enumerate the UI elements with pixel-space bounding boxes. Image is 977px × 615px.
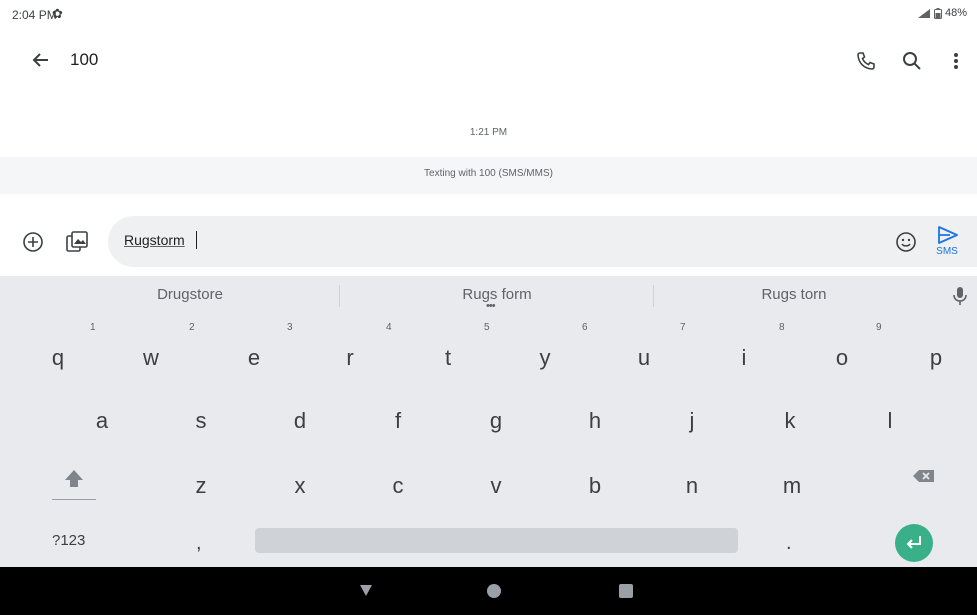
key-e[interactable]: e [224, 327, 284, 377]
key-f[interactable]: f [368, 390, 428, 440]
comma-key[interactable]: , [196, 532, 202, 555]
battery-level: 48% [944, 7, 967, 19]
key-w[interactable]: w [121, 327, 181, 377]
status-right-icons: 48% [917, 7, 967, 19]
message-timestamp: 1:21 PM [469, 127, 508, 138]
key-s[interactable]: s [171, 390, 231, 440]
suggestion-2[interactable]: Rugs form [417, 286, 577, 303]
key-i[interactable]: i [714, 327, 774, 377]
key-e-hint: 3 [287, 322, 293, 333]
key-j[interactable]: j [662, 390, 722, 440]
suggestion-divider [339, 285, 340, 307]
texting-banner-text: Texting with 100 (SMS/MMS) [424, 168, 553, 179]
shift-key[interactable] [50, 456, 98, 504]
phone-icon[interactable] [854, 49, 878, 73]
microphone-icon[interactable] [950, 284, 970, 308]
compose-text[interactable]: Rugstorm [124, 232, 185, 248]
key-i-hint: 8 [779, 322, 785, 333]
nav-home-icon[interactable] [487, 584, 501, 598]
key-u-hint: 7 [680, 322, 686, 333]
more-vert-icon[interactable] [946, 49, 966, 73]
key-c[interactable]: c [368, 455, 428, 505]
send-sms-label: SMS [936, 246, 958, 257]
key-t[interactable]: t [418, 327, 478, 377]
search-icon[interactable] [900, 49, 924, 73]
key-t-hint: 5 [484, 322, 490, 333]
key-z[interactable]: z [171, 455, 231, 505]
back-arrow-icon[interactable] [28, 48, 54, 72]
key-n[interactable]: n [662, 455, 722, 505]
key-r-hint: 4 [386, 322, 392, 333]
key-g[interactable]: g [466, 390, 526, 440]
battery-icon [933, 7, 942, 19]
key-y[interactable]: y [515, 327, 575, 377]
text-caret [196, 231, 197, 249]
settings-gear-icon: ✿ [52, 6, 63, 21]
key-v[interactable]: v [466, 455, 526, 505]
key-y-hint: 6 [582, 322, 588, 333]
key-w-hint: 2 [189, 322, 195, 333]
emoji-icon[interactable] [894, 230, 918, 254]
gallery-icon[interactable] [64, 229, 90, 255]
backspace-key[interactable] [904, 458, 944, 494]
key-o[interactable]: o [812, 327, 872, 377]
key-o-hint: 9 [876, 322, 882, 333]
shift-key-indicator [52, 499, 96, 500]
compose-field[interactable] [108, 216, 977, 267]
add-circle-icon[interactable] [22, 231, 44, 253]
key-d[interactable]: d [270, 390, 330, 440]
key-l[interactable]: l [860, 390, 920, 440]
key-k[interactable]: k [760, 390, 820, 440]
status-time: 2:04 PM [12, 8, 57, 22]
key-h[interactable]: h [565, 390, 625, 440]
signal-icon [917, 8, 930, 18]
key-r[interactable]: r [320, 327, 380, 377]
period-key[interactable]: . [786, 532, 792, 555]
key-q-hint: 1 [90, 322, 96, 333]
symbols-key[interactable]: ?123 [52, 532, 85, 549]
space-bar[interactable] [255, 528, 738, 553]
status-bar [0, 0, 977, 32]
key-m[interactable]: m [762, 455, 822, 505]
suggestion-more-icon[interactable]: ••• [486, 300, 496, 312]
key-a[interactable]: a [72, 390, 132, 440]
key-p[interactable]: p [906, 327, 966, 377]
key-q[interactable]: q [28, 327, 88, 377]
suggestion-3[interactable]: Rugs torn [714, 286, 874, 303]
nav-recents-icon[interactable] [619, 584, 633, 598]
conversation-title: 100 [70, 50, 99, 69]
key-b[interactable]: b [565, 455, 625, 505]
nav-back-icon[interactable] [358, 582, 374, 598]
key-u[interactable]: u [614, 327, 674, 377]
suggestion-divider [653, 285, 654, 307]
key-x[interactable]: x [270, 455, 330, 505]
suggestion-1[interactable]: Drugstore [110, 286, 270, 303]
enter-key[interactable] [895, 524, 933, 562]
